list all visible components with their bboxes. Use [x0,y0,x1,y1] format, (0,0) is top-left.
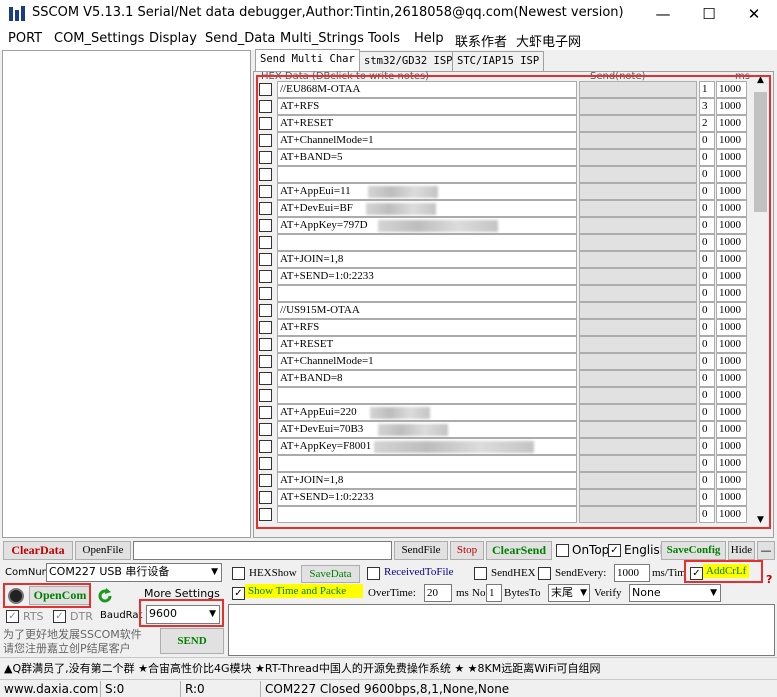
tab-stc-isp[interactable]: STC/IAP15 ISP [452,51,545,71]
rts-checkbox[interactable]: ✓ [6,610,19,623]
status-received: R:0 [180,681,260,697]
menu-bar: PORT COM_Settings Display Send_Data Mult… [0,28,777,50]
ticker-text[interactable]: ▲Q群满员了,没有第二个群 ★合宙高性价比4G模块 ★RT-Thread中国人的… [4,660,601,676]
clear-send-button[interactable]: ClearSend [486,541,552,560]
status-bar: www.daxia.com S:0 R:0 COM227 Closed 9600… [0,679,777,697]
verify-label: Verify [594,587,622,599]
dtr-checkbox[interactable]: ✓ [53,610,66,623]
sendhex-checkbox[interactable] [474,567,487,580]
received-to-file-label: ReceivedToFile [384,566,454,578]
menu-contact-author[interactable]: 联系作者 [455,31,507,50]
clear-data-button[interactable]: ClearData [3,541,73,560]
baudrate-label: BaudRat [100,610,143,621]
show-time-checkbox[interactable]: ✓ [232,587,245,600]
sendhex-label: SendHEX [491,567,536,579]
help-icon[interactable]: ? [766,573,772,586]
ms-tim-label: ms/Tim [652,567,686,579]
window-title: SSCOM V5.13.1 Serial/Net data debugger,A… [32,5,624,20]
chevron-down-icon: ▼ [580,588,587,598]
status-sent: S:0 [100,681,180,697]
verify-select[interactable]: None ▼ [629,584,721,602]
save-data-button[interactable]: SaveData [301,565,360,583]
menu-send-data[interactable]: Send_Data [205,31,275,46]
menu-tools[interactable]: Tools [368,31,400,46]
save-config-button[interactable]: SaveConfig [661,541,726,560]
chevron-down-icon: ▼ [710,588,717,598]
tab-send-multi-char[interactable]: Send Multi Char [255,49,360,71]
menu-multi-strings[interactable]: Multi_Strings [280,31,364,46]
received-to-file-checkbox[interactable] [367,567,380,580]
stop-button[interactable]: Stop [450,541,484,560]
app-icon [9,6,25,21]
bytes-to-label: BytesTo [504,587,541,599]
highlight-addcrlf [684,560,763,583]
menu-display[interactable]: Display [149,31,197,46]
promo-text: 为了更好地发展SSCOM软件 请您注册嘉立创P结尾客户 [3,628,142,655]
no-label: No [472,587,486,599]
verify-value: None [632,586,661,599]
highlight-rows [256,75,771,529]
menu-help[interactable]: Help [414,31,444,46]
ontop-checkbox[interactable] [556,544,569,557]
maximize-button[interactable]: ☐ [686,0,732,28]
highlight-opencom [3,583,91,608]
ms-label: ms [456,587,469,599]
send-file-button[interactable]: SendFile [394,541,448,560]
bytes-to-value: 末尾 [551,586,573,599]
news-ticker: ▲Q群满员了,没有第二个群 ★合宙高性价比4G模块 ★RT-Thread中国人的… [0,657,777,677]
hexshow-label: HEXShow [249,567,297,579]
close-button[interactable]: ✕ [731,0,777,28]
menu-daxia[interactable]: 大虾电子网 [516,31,581,50]
comnum-value: COM227 USB 串行设备 [49,565,170,578]
send-every-checkbox[interactable] [538,567,551,580]
minimize-button[interactable]: — [640,0,686,28]
show-time-label: Show Time and Packe [245,584,363,598]
send-every-label: SendEvery: [555,567,607,579]
overtime-label: OverTime: [368,587,416,599]
chevron-down-icon: ▼ [211,567,218,577]
collapse-icon[interactable]: — [757,541,775,560]
refresh-icon[interactable] [96,587,114,605]
highlight-baudrate [139,599,224,627]
status-port: COM227 Closed 9600bps,8,1,None,None [260,681,509,697]
file-path-field[interactable] [133,541,392,560]
dtr-label: DTR [70,610,93,623]
hexshow-checkbox[interactable] [232,567,245,580]
send-text-area[interactable] [228,604,775,656]
title-bar: SSCOM V5.13.1 Serial/Net data debugger,A… [0,0,777,28]
hide-button[interactable]: Hide [728,541,755,560]
send-every-input[interactable]: 1000 [614,564,650,582]
status-site[interactable]: www.daxia.com [0,681,98,697]
rts-label: RTS [23,610,44,623]
send-button[interactable]: SEND [160,628,224,654]
menu-com-settings[interactable]: COM_Settings [54,31,144,46]
comnum-label: ComNum [5,567,52,578]
overtime-input[interactable]: 20 [424,584,452,602]
ontop-label: OnTop [572,543,610,557]
comnum-select[interactable]: COM227 USB 串行设备 ▼ [46,563,222,582]
no-input[interactable]: 1 [486,584,502,602]
bytes-to-select[interactable]: 末尾 ▼ [548,584,590,602]
tab-stm32-isp[interactable]: stm32/GD32 ISP [359,51,458,71]
menu-port[interactable]: PORT [8,31,42,46]
open-file-button[interactable]: OpenFile [75,541,131,560]
english-checkbox[interactable]: ✓ [608,544,621,557]
receive-area[interactable] [2,50,251,538]
